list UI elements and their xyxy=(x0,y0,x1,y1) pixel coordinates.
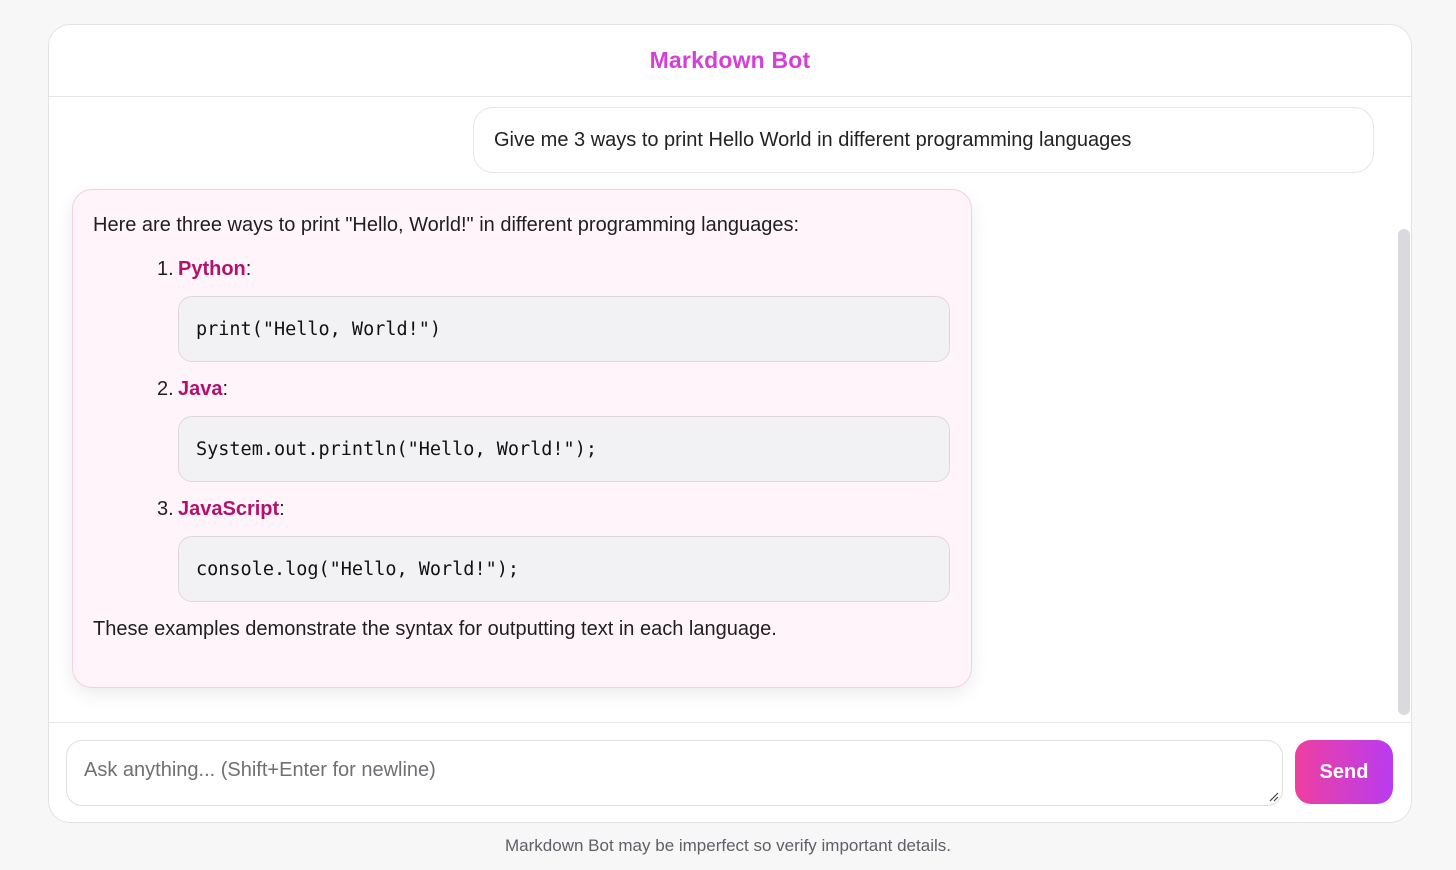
list-item-number: 3. xyxy=(157,498,174,520)
code-block[interactable]: System.out.println("Hello, World!"); xyxy=(178,416,950,482)
resize-handle-icon[interactable] xyxy=(1267,790,1279,802)
language-name: Python xyxy=(178,258,246,280)
bot-message-bubble: Here are three ways to print "Hello, Wor… xyxy=(72,189,972,688)
chat-app-window: Markdown Bot Give me 3 ways to print Hel… xyxy=(48,24,1412,823)
bot-outro-text: These examples demonstrate the syntax fo… xyxy=(93,618,777,640)
code-text: System.out.println("Hello, World!"); xyxy=(196,438,597,460)
language-name: Java xyxy=(178,378,223,400)
list-item-heading: 1. Python : xyxy=(157,254,951,284)
list-item: 1. Python : print("Hello, World!") xyxy=(157,254,951,362)
user-message-text: Give me 3 ways to print Hello World in d… xyxy=(494,128,1132,151)
list-item-number: 1. xyxy=(157,258,174,280)
user-message-bubble: Give me 3 ways to print Hello World in d… xyxy=(473,107,1374,173)
list-item-number: 2. xyxy=(157,378,174,400)
scrollbar-thumb[interactable] xyxy=(1398,229,1410,715)
list-item-heading: 2. Java : xyxy=(157,374,951,404)
send-button[interactable]: Send xyxy=(1295,740,1393,804)
code-block[interactable]: console.log("Hello, World!"); xyxy=(178,536,950,602)
chat-scrollbar[interactable] xyxy=(1395,225,1411,720)
code-text: print("Hello, World!") xyxy=(196,318,442,340)
disclaimer-text: Markdown Bot may be imperfect so verify … xyxy=(505,836,951,855)
code-block[interactable]: print("Hello, World!") xyxy=(178,296,950,362)
list-item-suffix: : xyxy=(222,378,229,400)
message-input-box[interactable] xyxy=(66,740,1283,806)
list-item: 2. Java : System.out.println("Hello, Wor… xyxy=(157,374,951,482)
message-input[interactable] xyxy=(67,741,1282,805)
language-name: JavaScript xyxy=(178,498,280,520)
bot-intro-text: Here are three ways to print "Hello, Wor… xyxy=(93,214,800,236)
list-item-heading: 3. JavaScript : xyxy=(157,494,951,524)
language-list: 1. Python : print("Hello, World!") 2. Ja… xyxy=(93,254,951,602)
message-composer: Send xyxy=(49,722,1411,822)
message-list[interactable]: Give me 3 ways to print Hello World in d… xyxy=(49,97,1411,723)
chat-header: Markdown Bot xyxy=(49,25,1411,97)
app-title: Markdown Bot xyxy=(649,47,811,73)
list-item-suffix: : xyxy=(245,258,252,280)
list-item: 3. JavaScript : console.log("Hello, Worl… xyxy=(157,494,951,602)
code-text: console.log("Hello, World!"); xyxy=(196,558,520,580)
list-item-suffix: : xyxy=(279,498,285,520)
